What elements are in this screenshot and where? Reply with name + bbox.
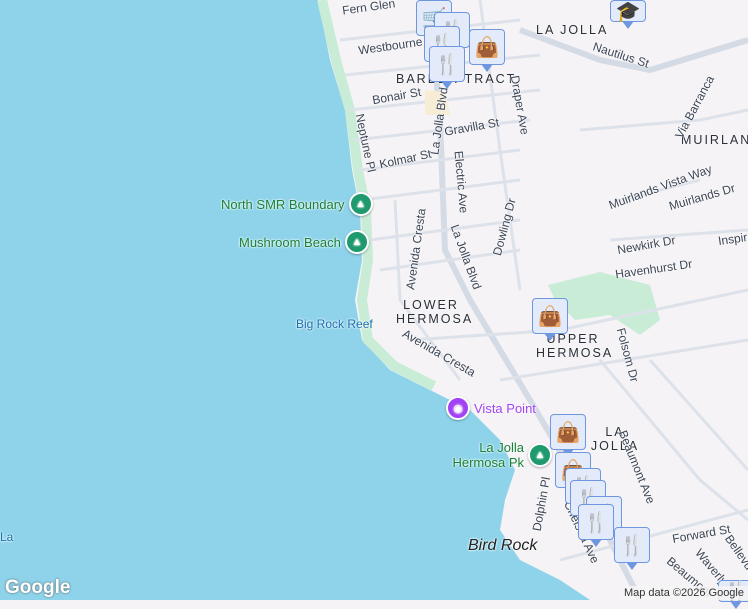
big-rock-reef-label[interactable]: Big Rock Reef (296, 317, 373, 331)
tree-icon: ▲ (348, 192, 373, 216)
map-canvas[interactable] (0, 0, 748, 600)
shopping-bag-icon[interactable]: 👜 (532, 298, 568, 341)
google-logo[interactable]: Google (5, 577, 70, 599)
restaurant-icon[interactable]: 🍴 (429, 46, 465, 89)
park-label: La Jolla Hermosa Pk (452, 440, 524, 470)
park-mushroom-beach[interactable]: Mushroom Beach ▲ (239, 230, 369, 254)
ocean (0, 0, 590, 600)
tree-icon: ▲ (344, 230, 369, 254)
park-label: North SMR Boundary (221, 196, 345, 212)
la-jolla-water-label: La Jolla (0, 530, 14, 544)
shopping-bag-icon[interactable]: 👜 (550, 414, 586, 457)
area-muirlands: MUIRLANDS (681, 133, 748, 147)
vista-point-label: Vista Point (474, 400, 536, 416)
map-attribution[interactable]: Map data ©2026 Google (619, 586, 748, 600)
park-la-jolla-hermosa[interactable]: La Jolla Hermosa Pk ▲ (444, 440, 552, 470)
restaurant-icon[interactable]: 🍴 (578, 504, 614, 547)
park-label: Mushroom Beach (239, 234, 341, 250)
camera-icon: ◉ (446, 396, 470, 420)
vista-point[interactable]: ◉ Vista Point (446, 396, 536, 420)
shopping-bag-icon[interactable]: 👜 (469, 29, 505, 72)
restaurant-icon[interactable]: 🍴 (614, 527, 650, 570)
bird-rock-label[interactable]: Bird Rock (468, 537, 537, 555)
area-la-jolla: LA JOLLA (536, 23, 609, 37)
area-lower-hermosa: LOWER HERMOSA (396, 298, 474, 326)
school-icon[interactable]: 🎓 (610, 0, 646, 29)
park-north-smr-boundary[interactable]: North SMR Boundary ▲ (221, 192, 373, 216)
tree-icon: ▲ (528, 443, 552, 467)
